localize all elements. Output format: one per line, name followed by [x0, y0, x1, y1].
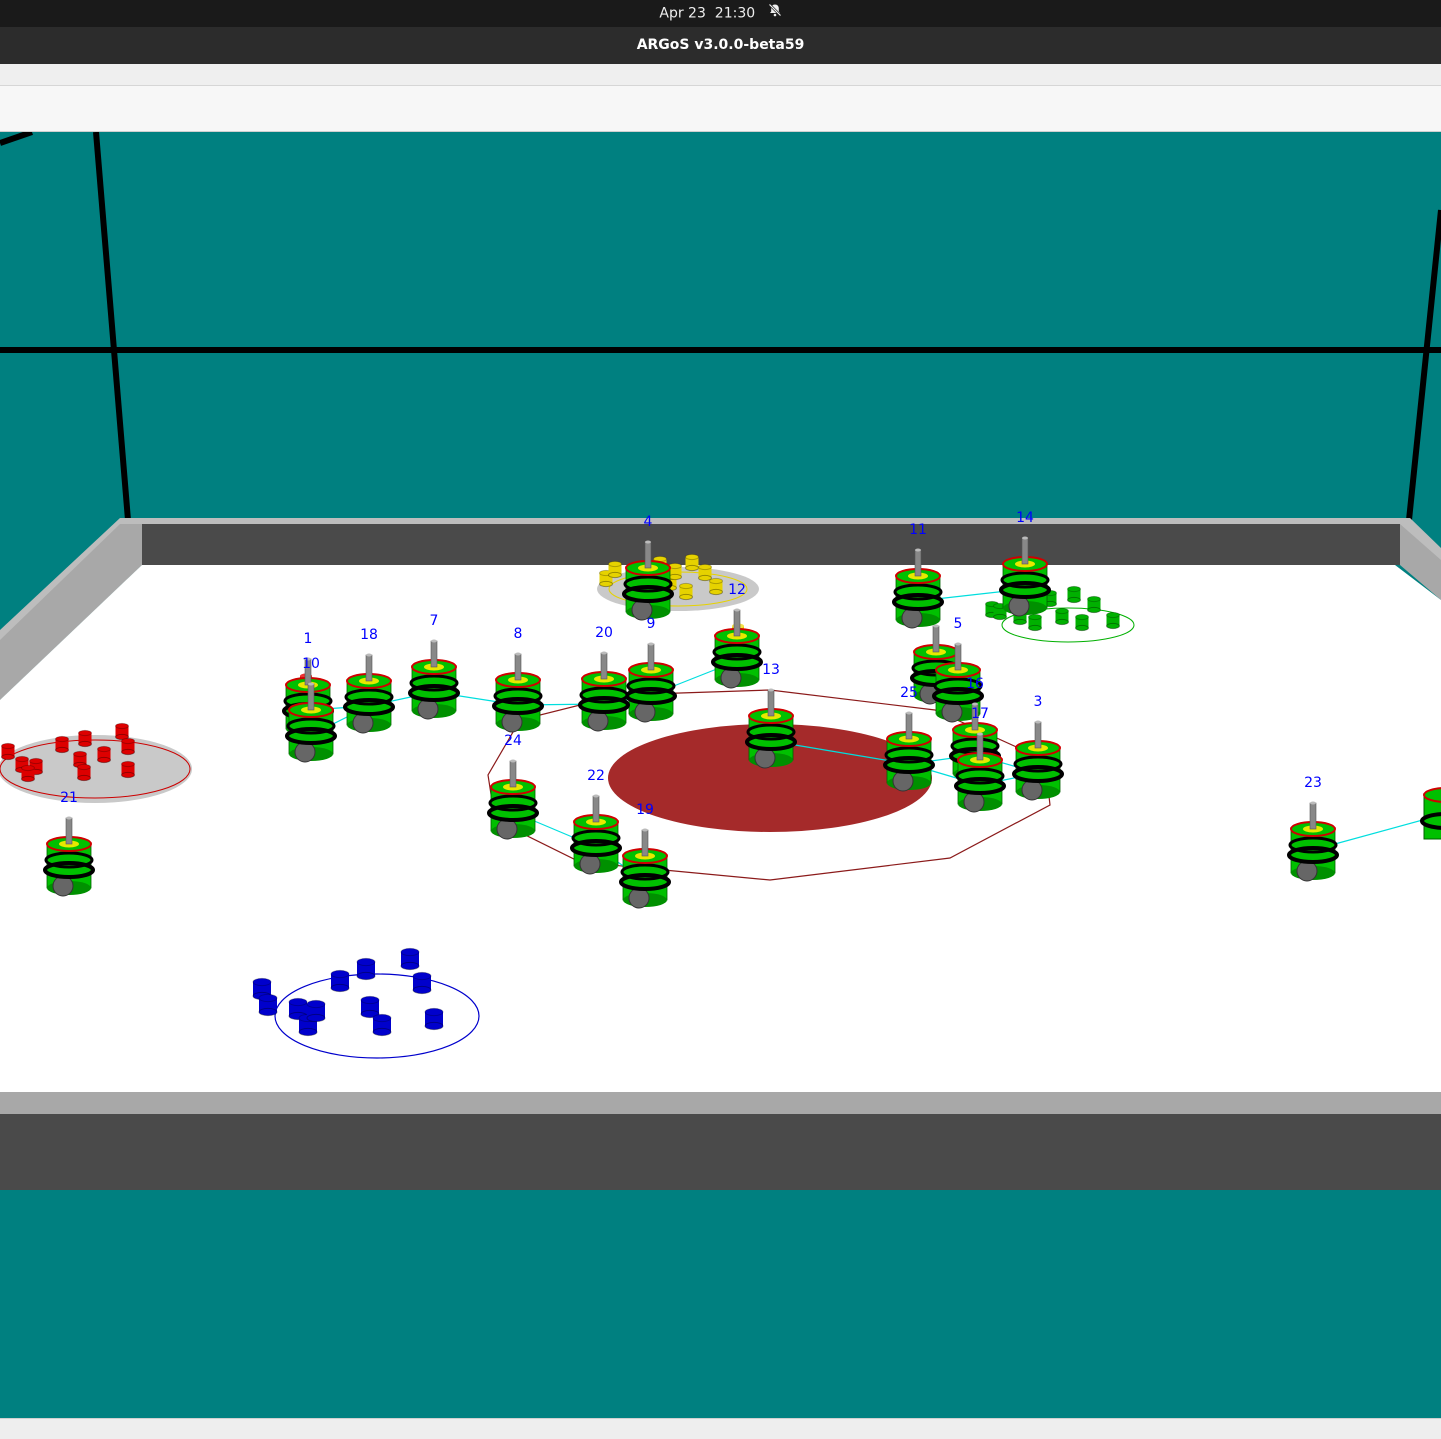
robot-label: 23 [1304, 775, 1322, 791]
task-item [78, 729, 92, 748]
robot-label: 11 [909, 522, 927, 538]
task-item [356, 957, 376, 981]
task-item [360, 995, 380, 1019]
task-item [1028, 613, 1042, 632]
menu-bar[interactable] [0, 64, 1441, 86]
system-top-bar: Apr 23 21:30 [0, 0, 1441, 27]
window-title: ARGoS v3.0.0-beta59 [636, 37, 805, 53]
task-item [1067, 585, 1081, 604]
robot-label: 21 [60, 790, 78, 806]
robot-label: 1 [304, 631, 313, 647]
robot-partial[interactable] [1420, 787, 1441, 840]
robot-label: 25 [900, 685, 918, 701]
system-time: 21:30 [714, 5, 756, 22]
robot-label: 4 [644, 514, 653, 530]
task-item [668, 562, 682, 581]
status-bar [0, 1418, 1441, 1439]
window-title-bar[interactable]: ARGoS v3.0.0-beta59 [0, 27, 1441, 64]
bell-off-icon [768, 0, 782, 27]
task-item [608, 560, 622, 579]
task-item [698, 563, 712, 582]
task-item [1, 742, 15, 761]
task-item [21, 764, 35, 783]
task-item [55, 735, 69, 754]
system-clock[interactable]: Apr 23 21:30 [0, 0, 1441, 27]
robot-label: 10 [302, 656, 320, 672]
robot-label: 16 [966, 676, 984, 692]
robot-label: 8 [514, 626, 523, 642]
task-item [372, 1013, 392, 1037]
system-date: Apr 23 [659, 5, 706, 22]
task-item [306, 999, 326, 1023]
task-item [1075, 613, 1089, 632]
task-item [412, 971, 432, 995]
task-item [121, 760, 135, 779]
task-item [115, 722, 129, 741]
task-item [97, 745, 111, 764]
robot-label: 5 [954, 616, 963, 632]
robot-label: 3 [1034, 694, 1043, 710]
robot-label: 19 [636, 802, 654, 818]
robot-label: 17 [971, 706, 989, 722]
toolbar[interactable] [0, 86, 1441, 132]
task-item [330, 969, 350, 993]
arena-scene: 12345789101112131416171819202122232425 [0, 129, 1441, 1418]
robot-label: 14 [1016, 510, 1034, 526]
robot-label: 13 [762, 662, 780, 678]
task-item [77, 763, 91, 782]
task-item [709, 577, 723, 596]
robot-label: 7 [430, 613, 439, 629]
robot-label: 22 [587, 768, 605, 784]
simulation-3d-viewport[interactable]: 12345789101112131416171819202122232425 [0, 129, 1441, 1418]
task-item [121, 737, 135, 756]
task-item [258, 993, 278, 1017]
task-item [424, 1007, 444, 1031]
robot-label: 24 [504, 733, 522, 749]
task-item [1087, 595, 1101, 614]
task-item [1055, 607, 1069, 626]
robot-label: 18 [360, 627, 378, 643]
robot-label: 20 [595, 625, 613, 641]
arena-walls [0, 518, 1441, 1190]
robot-label: 12 [728, 582, 746, 598]
robot-label: 9 [647, 616, 656, 632]
task-item [1106, 611, 1120, 630]
task-item [685, 553, 699, 572]
task-item [679, 582, 693, 601]
task-item [400, 947, 420, 971]
